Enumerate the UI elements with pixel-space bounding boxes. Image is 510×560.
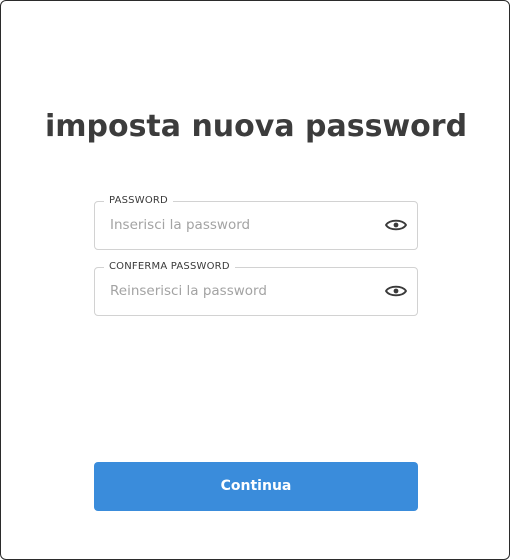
confirm-password-field: CONFERMA PASSWORD (94, 260, 418, 316)
eye-icon[interactable] (384, 281, 408, 301)
password-input[interactable] (110, 211, 370, 239)
eye-icon[interactable] (384, 215, 408, 235)
app-window: imposta nuova password PASSWORD CONFERMA… (0, 0, 510, 560)
confirm-password-label: CONFERMA PASSWORD (104, 260, 235, 274)
page-title: imposta nuova password (44, 109, 468, 144)
password-label: PASSWORD (104, 194, 173, 208)
password-field: PASSWORD (94, 194, 418, 250)
confirm-password-input[interactable] (110, 277, 370, 305)
continue-button[interactable]: Continua (94, 462, 418, 511)
